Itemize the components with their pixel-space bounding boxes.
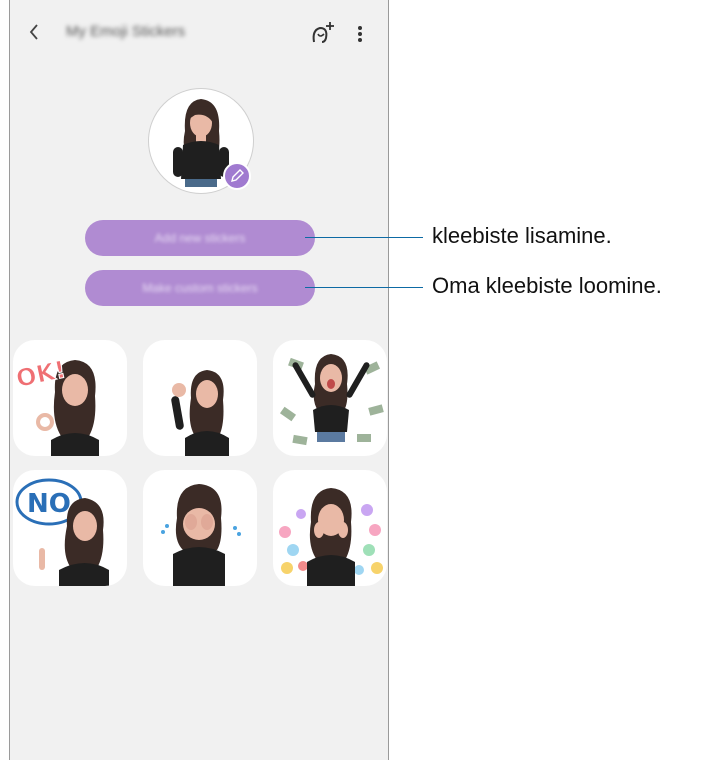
page-title: My Emoji Stickers bbox=[66, 23, 186, 40]
pencil-icon bbox=[231, 169, 244, 182]
sticker-ok[interactable]: OK! bbox=[13, 340, 127, 456]
chevron-left-icon bbox=[29, 24, 38, 40]
add-avatar-button[interactable] bbox=[308, 20, 336, 48]
sticker-cry[interactable] bbox=[143, 470, 257, 586]
more-vertical-icon bbox=[358, 26, 362, 42]
top-app-bar: My Emoji Stickers bbox=[10, 0, 388, 68]
callout-add-text: kleebiste lisamine. bbox=[432, 223, 612, 248]
sticker-no[interactable]: NO bbox=[13, 470, 127, 586]
callout-line-make bbox=[305, 287, 423, 288]
edit-avatar-button[interactable] bbox=[223, 162, 251, 190]
sticker-wave[interactable] bbox=[143, 340, 257, 456]
sticker-money[interactable] bbox=[273, 340, 387, 456]
make-custom-stickers-label: Make custom stickers bbox=[142, 281, 258, 295]
sticker-hearts[interactable] bbox=[273, 470, 387, 586]
callout-line-add bbox=[305, 237, 423, 238]
phone-screen: My Emoji Stickers Add new stickers Make … bbox=[9, 0, 389, 760]
more-options-button[interactable] bbox=[350, 20, 370, 48]
add-new-stickers-button[interactable]: Add new stickers bbox=[85, 220, 315, 256]
make-custom-stickers-button[interactable]: Make custom stickers bbox=[85, 270, 315, 306]
sticker-no-text: NO bbox=[27, 489, 71, 519]
callout-make-text: Oma kleebiste loomine. bbox=[432, 273, 662, 298]
add-new-stickers-label: Add new stickers bbox=[154, 231, 246, 245]
back-button[interactable] bbox=[24, 22, 44, 46]
avatar-add-icon bbox=[312, 22, 334, 43]
